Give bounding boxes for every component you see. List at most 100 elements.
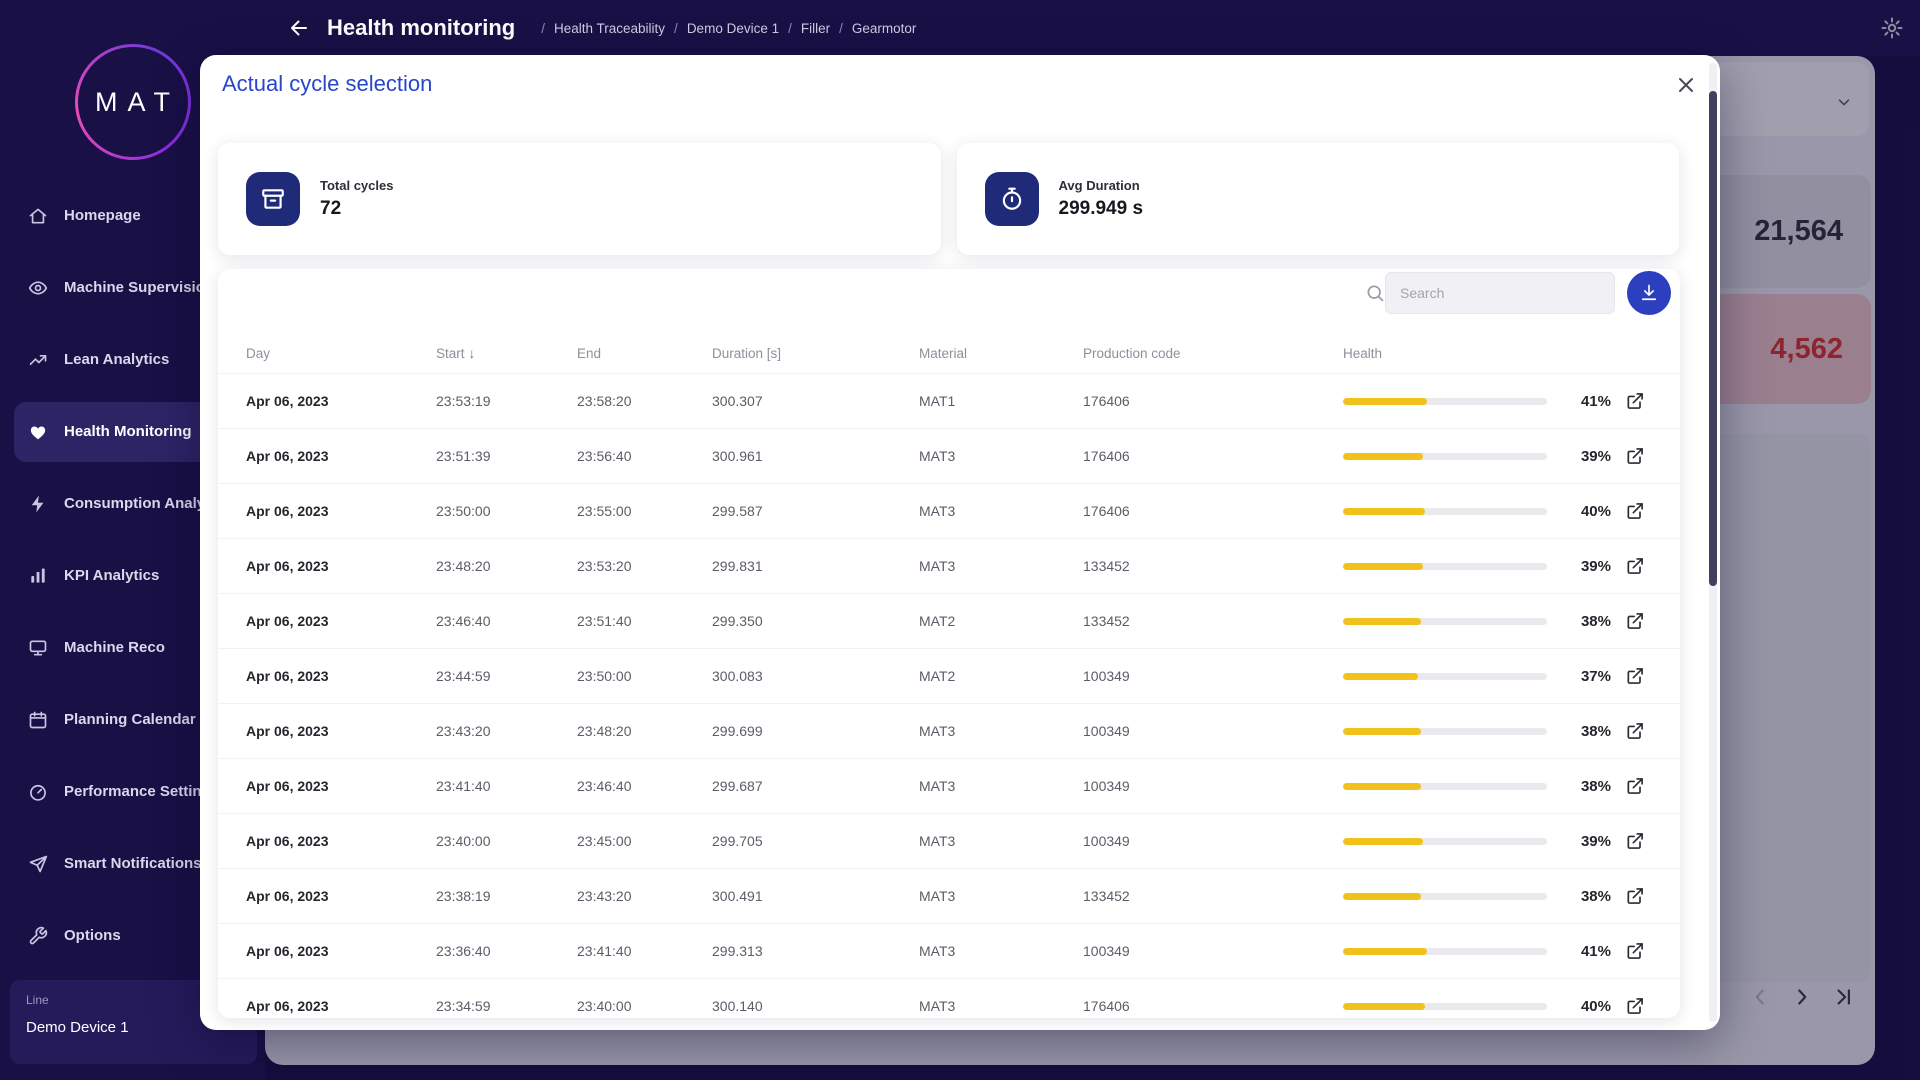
health-bar (1343, 673, 1547, 680)
avg-duration-label: Avg Duration (1059, 178, 1144, 193)
open-cycle-button[interactable] (1623, 389, 1647, 413)
breadcrumb-item[interactable]: Gearmotor (852, 21, 917, 36)
cell-start: 23:40:00 (436, 833, 577, 849)
cell-duration: 300.307 (712, 393, 919, 409)
cell-end: 23:50:00 (577, 668, 712, 684)
cell-end: 23:40:00 (577, 998, 712, 1014)
table-row: Apr 06, 202323:46:4023:51:40299.350MAT21… (218, 593, 1680, 648)
open-cycle-button[interactable] (1623, 994, 1647, 1018)
sidebar-item-label: Machine Reco (64, 639, 165, 658)
col-duration[interactable]: Duration [s] (712, 346, 919, 361)
col-day[interactable]: Day (246, 346, 436, 361)
health-percent: 39% (1553, 448, 1611, 465)
breadcrumb-item[interactable]: Filler (801, 21, 830, 36)
sidebar-item-label: Machine Supervision (64, 279, 214, 298)
health-percent: 41% (1553, 943, 1611, 960)
cell-start: 23:46:40 (436, 613, 577, 629)
avg-duration-card: Avg Duration 299.949 s (957, 143, 1680, 255)
open-cycle-button[interactable] (1623, 554, 1647, 578)
table-row: Apr 06, 202323:36:4023:41:40299.313MAT31… (218, 923, 1680, 978)
health-bar (1343, 893, 1547, 900)
col-health[interactable]: Health (1343, 346, 1553, 361)
col-start[interactable]: Start↓ (436, 346, 577, 361)
cell-day: Apr 06, 2023 (246, 393, 436, 409)
cell-duration: 299.313 (712, 943, 919, 959)
open-cycle-button[interactable] (1623, 444, 1647, 468)
health-bar (1343, 948, 1547, 955)
sidebar-item-label: KPI Analytics (64, 567, 159, 586)
open-cycle-button[interactable] (1623, 664, 1647, 688)
table-row: Apr 06, 202323:50:0023:55:00299.587MAT31… (218, 483, 1680, 538)
download-button[interactable] (1627, 271, 1671, 315)
col-end[interactable]: End (577, 346, 712, 361)
open-cycle-button[interactable] (1623, 939, 1647, 963)
cell-material: MAT3 (919, 778, 1083, 794)
sidebar-item-label: Planning Calendar (64, 711, 196, 730)
table-row: Apr 06, 202323:41:4023:46:40299.687MAT31… (218, 758, 1680, 813)
breadcrumb-separator: / (788, 21, 792, 36)
open-cycle-button[interactable] (1623, 774, 1647, 798)
bolt-icon (28, 494, 48, 514)
open-cycle-button[interactable] (1623, 829, 1647, 853)
eye-icon (28, 278, 48, 298)
search-icon (1365, 283, 1385, 303)
modal-scrollbar-thumb[interactable] (1709, 91, 1717, 586)
total-cycles-card: Total cycles 72 (218, 143, 941, 255)
open-cycle-button[interactable] (1623, 719, 1647, 743)
open-cycle-button[interactable] (1623, 499, 1647, 523)
cycle-table-card: Day Start↓ End Duration [s] Material Pro… (218, 269, 1680, 1018)
avg-duration-icon (985, 172, 1039, 226)
open-cycle-button[interactable] (1623, 884, 1647, 908)
modal-scrollbar[interactable] (1709, 63, 1717, 1022)
heart-icon (28, 422, 48, 442)
back-arrow-icon[interactable] (287, 16, 311, 40)
health-percent: 37% (1553, 668, 1611, 685)
cell-day: Apr 06, 2023 (246, 448, 436, 464)
cell-duration: 300.083 (712, 668, 919, 684)
cell-end: 23:51:40 (577, 613, 712, 629)
bars-icon (28, 566, 48, 586)
table-row: Apr 06, 202323:53:1923:58:20300.307MAT11… (218, 373, 1680, 428)
cell-day: Apr 06, 2023 (246, 833, 436, 849)
health-percent: 38% (1553, 723, 1611, 740)
settings-gear-icon[interactable] (1880, 16, 1904, 40)
col-material[interactable]: Material (919, 346, 1083, 361)
health-bar (1343, 618, 1547, 625)
col-code[interactable]: Production code (1083, 346, 1343, 361)
cell-start: 23:34:59 (436, 998, 577, 1014)
cell-code: 133452 (1083, 613, 1343, 629)
sidebar-item-label: Performance Settings (64, 783, 219, 802)
cell-start: 23:48:20 (436, 558, 577, 574)
table-row: Apr 06, 202323:40:0023:45:00299.705MAT31… (218, 813, 1680, 868)
send-icon (28, 854, 48, 874)
cell-material: MAT3 (919, 888, 1083, 904)
cell-code: 100349 (1083, 668, 1343, 684)
sidebar-item-label: Smart Notifications (64, 855, 202, 874)
sidebar-item-label: Health Monitoring (64, 423, 192, 442)
breadcrumb-item[interactable]: Health Traceability (554, 21, 665, 36)
table-row: Apr 06, 202323:43:2023:48:20299.699MAT31… (218, 703, 1680, 758)
health-percent: 41% (1553, 393, 1611, 410)
cell-duration: 299.350 (712, 613, 919, 629)
cell-material: MAT3 (919, 558, 1083, 574)
table-row: Apr 06, 202323:34:5923:40:00300.140MAT31… (218, 978, 1680, 1018)
search-input[interactable] (1385, 272, 1615, 314)
table-row: Apr 06, 202323:51:3923:56:40300.961MAT31… (218, 428, 1680, 483)
table-row: Apr 06, 202323:48:2023:53:20299.831MAT31… (218, 538, 1680, 593)
total-cycles-label: Total cycles (320, 178, 393, 193)
breadcrumb-separator: / (674, 21, 678, 36)
cell-end: 23:41:40 (577, 943, 712, 959)
sidebar-item-label: Lean Analytics (64, 351, 169, 370)
cell-material: MAT3 (919, 448, 1083, 464)
cell-material: MAT3 (919, 723, 1083, 739)
sidebar-item-label: Options (64, 927, 121, 946)
breadcrumb-item[interactable]: Demo Device 1 (687, 21, 779, 36)
close-icon[interactable] (1674, 73, 1698, 97)
home-icon (28, 206, 48, 226)
cell-code: 133452 (1083, 558, 1343, 574)
open-cycle-button[interactable] (1623, 609, 1647, 633)
avg-duration-value: 299.949 s (1059, 198, 1144, 220)
download-icon (1639, 283, 1659, 303)
cell-code: 176406 (1083, 998, 1343, 1014)
cell-end: 23:43:20 (577, 888, 712, 904)
